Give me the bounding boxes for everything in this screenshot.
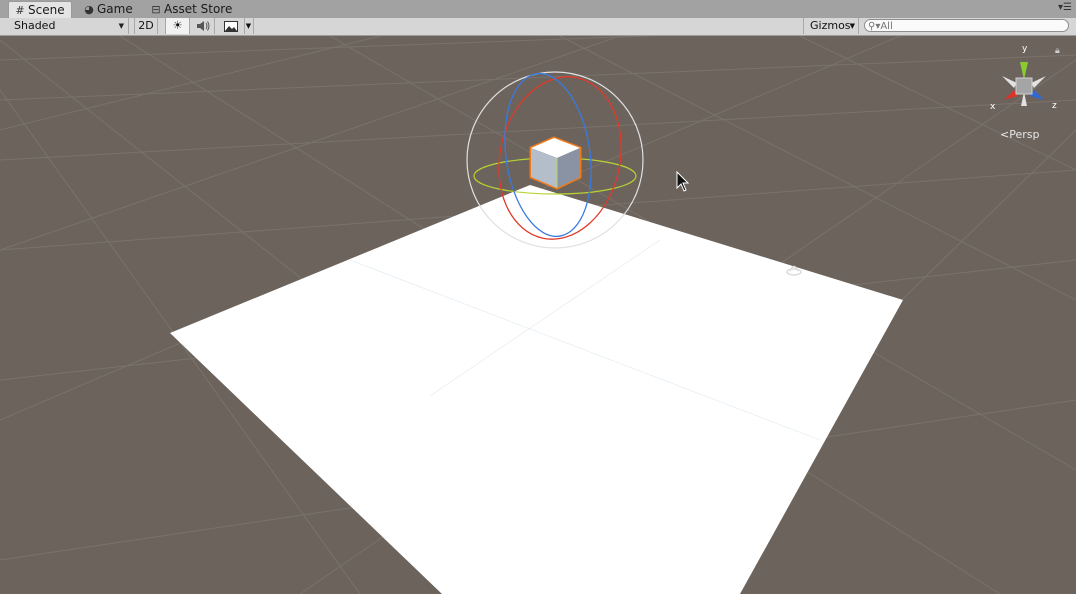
tab-scene-label: Scene <box>28 3 65 17</box>
chevron-down-icon: ▼ <box>118 22 124 30</box>
sun-icon: ☀ <box>172 19 183 32</box>
projection-toggle[interactable]: <Persp <box>1000 128 1039 141</box>
projection-label: Persp <box>1009 128 1040 141</box>
grid-line <box>0 36 660 61</box>
axis-label-z: z <box>1052 101 1057 111</box>
gizmos-dropdown[interactable]: Gizmos ▼ <box>803 18 859 34</box>
image-icon <box>223 20 238 32</box>
effects-dropdown-arrow[interactable]: ▼ <box>244 18 254 34</box>
store-bag-icon: ⊟ <box>151 3 161 16</box>
mouse-cursor-icon <box>676 170 690 192</box>
selected-cube <box>529 136 582 190</box>
axis-label-y: y <box>1022 44 1028 54</box>
tab-game[interactable]: ◕ Game <box>78 1 139 18</box>
persp-arrow-icon: < <box>1000 128 1010 141</box>
search-input[interactable] <box>880 21 1051 32</box>
scene-lighting-toggle[interactable]: ☀ <box>165 18 190 34</box>
lock-icon[interactable]: 🔒︎ <box>1055 46 1060 56</box>
scene-effects-toggle[interactable] <box>217 18 245 34</box>
scene-audio-toggle[interactable] <box>191 18 215 34</box>
chevron-down-icon: ▼ <box>245 22 252 30</box>
speaker-icon <box>196 21 209 31</box>
grid-line <box>799 36 1076 171</box>
scene-toolbar: Shaded ▼ 2D ☀ ▼ Gizmos ▼ ⚲▾ <box>0 18 1076 36</box>
2d-mode-button[interactable]: 2D <box>134 18 158 34</box>
chevron-down-icon: ▼ <box>849 22 855 30</box>
shading-mode-label: Shaded <box>14 19 56 32</box>
scene-search-field[interactable]: ⚲▾ <box>864 19 1069 32</box>
tab-asset-store[interactable]: ⊟ Asset Store <box>145 1 238 18</box>
tab-context-menu-icon[interactable]: ▾☰ <box>1058 3 1072 13</box>
gizmos-label: Gizmos <box>810 19 851 32</box>
tab-scene[interactable]: # Scene <box>8 1 72 19</box>
tab-game-label: Game <box>97 2 133 16</box>
axis-label-x: x <box>990 102 996 112</box>
scene-canvas: y x z <box>0 36 1076 594</box>
pacman-icon: ◕ <box>84 3 94 16</box>
grid-icon: # <box>15 4 25 17</box>
tab-asset-store-label: Asset Store <box>164 2 233 16</box>
grid-line <box>0 36 381 131</box>
scene-viewport[interactable]: y x z <box>0 36 1076 594</box>
shading-mode-dropdown[interactable]: Shaded ▼ <box>8 18 129 34</box>
search-icon: ⚲▾ <box>868 21 881 32</box>
tab-bar: # Scene ◕ Game ⊟ Asset Store ▾☰ <box>0 0 1076 19</box>
